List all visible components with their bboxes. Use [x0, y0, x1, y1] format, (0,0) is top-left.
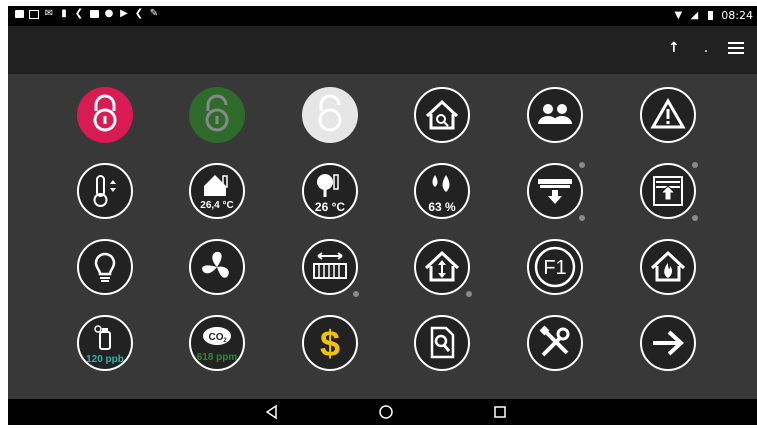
tablet-screen: ✉ ▮ ❮ ● ▶ ❮ ✎ ▼ ◢ 08:24 ↑ . 26,4 °C 26 °… [8, 6, 757, 425]
blinds-down-icon [527, 163, 583, 219]
svg-text:$: $ [320, 323, 340, 364]
fire-alarm-button[interactable] [639, 238, 697, 296]
outside-temperature-button[interactable]: 26 °C [301, 162, 359, 220]
svg-text:F1: F1 [543, 257, 566, 279]
up-button[interactable]: ↑ [668, 40, 680, 60]
thermometer-updown-icon [77, 163, 133, 219]
users-group-icon [527, 87, 583, 143]
back-arrow-icon: ❮ [74, 8, 84, 19]
humidity-button[interactable]: 63 % [413, 162, 471, 220]
lock-green-button[interactable] [188, 86, 246, 144]
co2-value: 618 ppm [196, 352, 238, 363]
navigation-bar [8, 399, 757, 425]
house-arrows-icon [414, 239, 470, 295]
document-search-icon [414, 315, 470, 371]
padlock-open-icon [189, 87, 245, 143]
padlock-red-icon [77, 87, 133, 143]
voc-value: 120 ppb [86, 354, 124, 365]
overflow-dot[interactable]: . [702, 40, 710, 60]
inside-temperature-value: 26,4 °C [200, 200, 234, 211]
signal-icon: ◢ [690, 9, 699, 21]
indicator-dot [579, 215, 585, 221]
tools-button[interactable] [526, 314, 584, 372]
svg-text:CO: CO [209, 332, 224, 343]
lock-white-button[interactable] [301, 86, 359, 144]
house-search-icon [414, 87, 470, 143]
house-ventilation-button[interactable] [413, 238, 471, 296]
house-search-button[interactable] [413, 86, 471, 144]
house-thermometer-icon [189, 163, 245, 219]
arrow-right-icon [640, 315, 696, 371]
f1-icon: F1 [527, 239, 583, 295]
system-status: ▼ ◢ 08:24 [673, 9, 753, 22]
warning-icon [640, 87, 696, 143]
energy-cost-button[interactable]: $ [301, 314, 359, 372]
voc-sensor-button[interactable]: 120 ppb [76, 314, 134, 372]
users-button[interactable] [526, 86, 584, 144]
notification-icons: ✉ ▮ ❮ ● ▶ ❮ ✎ [14, 9, 159, 19]
indicator-dot [692, 162, 698, 168]
thermostat-button[interactable] [76, 162, 134, 220]
tools-icon [527, 315, 583, 371]
f1-button[interactable]: F1 [526, 238, 584, 296]
back-icon[interactable] [264, 404, 280, 420]
android-icon: ● [104, 8, 114, 19]
gate-button[interactable] [301, 238, 359, 296]
indicator-dot [692, 215, 698, 221]
house-fire-icon [640, 239, 696, 295]
document-search-button[interactable] [413, 314, 471, 372]
back-arrow-icon: ❮ [134, 8, 144, 19]
co2-sensor-button[interactable]: CO 2 618 ppm [188, 314, 246, 372]
co2-cloud-icon: CO 2 [189, 315, 245, 371]
blinds-up-icon [640, 163, 696, 219]
indicator-dot [466, 291, 472, 297]
lock-red-button[interactable] [76, 86, 134, 144]
wrench-icon: ✎ [149, 8, 159, 19]
warning-button[interactable] [639, 86, 697, 144]
home-icon[interactable] [378, 404, 394, 420]
fan-icon [189, 239, 245, 295]
padlock-grey-icon [302, 87, 358, 143]
inside-temperature-button[interactable]: 26,4 °C [188, 162, 246, 220]
app-toolbar: ↑ . [8, 26, 757, 74]
mail-icon: ✉ [44, 8, 54, 19]
outside-temperature-value: 26 °C [314, 200, 346, 214]
hamburger-menu-icon[interactable] [728, 42, 744, 56]
status-bar: ✉ ▮ ❮ ● ▶ ❮ ✎ ▼ ◢ 08:24 [8, 6, 757, 26]
light-button[interactable] [76, 238, 134, 296]
dollar-icon: $ [302, 315, 358, 371]
sliding-gate-icon [302, 239, 358, 295]
clock: 08:24 [721, 9, 753, 22]
control-grid: 26,4 °C 26 °C 63 % F1 120 ppb CO 2 618 p… [8, 74, 757, 399]
bookmark-icon: ▮ [61, 8, 67, 19]
fan-button[interactable] [188, 238, 246, 296]
play-icon: ▶ [120, 8, 128, 19]
recent-apps-icon[interactable] [492, 404, 508, 420]
wifi-icon: ▼ [674, 9, 683, 21]
indicator-dot [579, 162, 585, 168]
cd-icon [89, 9, 99, 19]
humidity-value: 63 % [428, 200, 456, 214]
indicator-dot [353, 291, 359, 297]
battery-icon [705, 11, 715, 21]
blinds-up-button[interactable] [639, 162, 697, 220]
blinds-down-button[interactable] [526, 162, 584, 220]
message-icon [14, 9, 24, 19]
screen-icon [29, 9, 39, 19]
lightbulb-icon [77, 239, 133, 295]
next-page-button[interactable] [639, 314, 697, 372]
